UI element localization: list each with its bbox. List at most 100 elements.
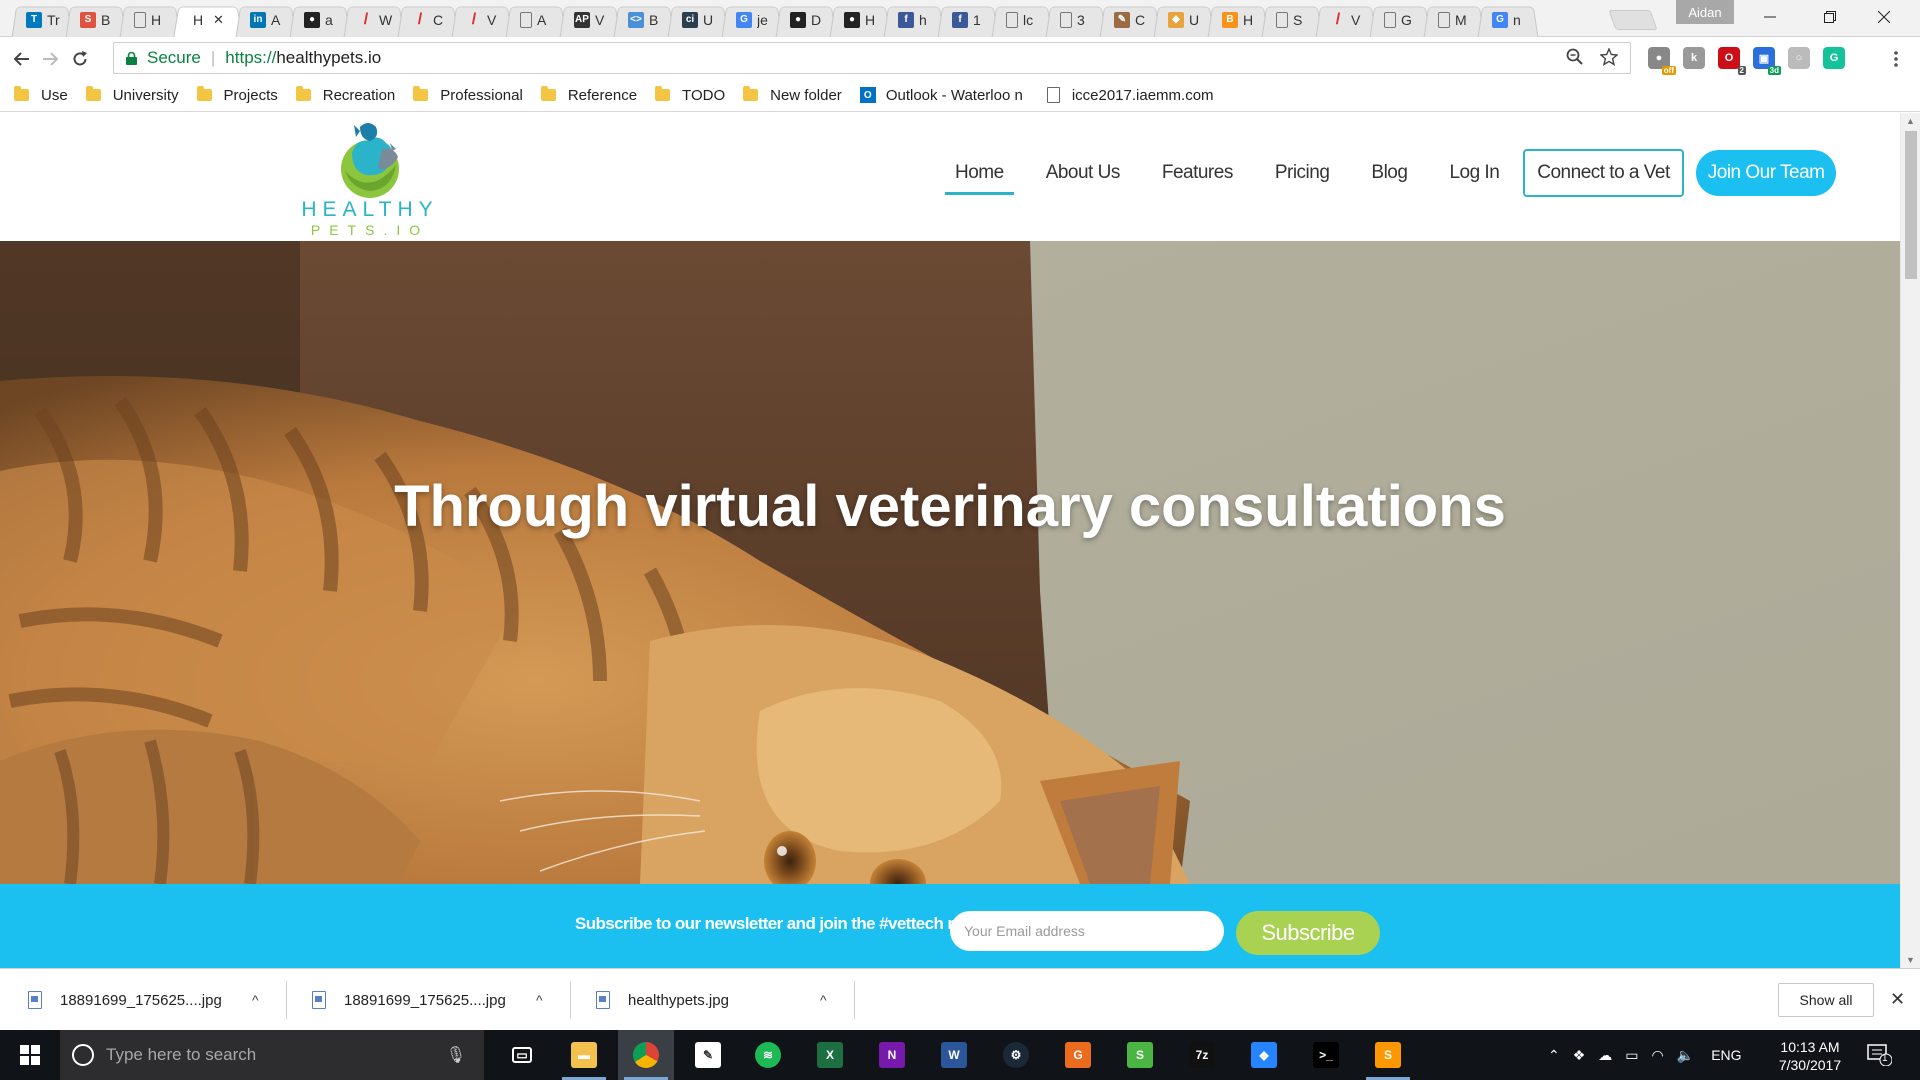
bookmark-outlook[interactable]: O Outlook - Waterloo n	[859, 87, 1023, 104]
download-item[interactable]: 18891699_175625....jpg ^	[312, 969, 552, 1031]
nav-features[interactable]: Features	[1152, 152, 1243, 194]
dropbox-icon[interactable]: ❖	[1573, 1047, 1586, 1064]
forward-button[interactable]	[36, 45, 64, 73]
bookmark-folder[interactable]: Reference	[540, 86, 637, 104]
download-item[interactable]: healthypets.jpg ^	[596, 969, 836, 1031]
onedrive-icon[interactable]: ☁	[1598, 1047, 1612, 1064]
browser-tab[interactable]: / W	[346, 2, 402, 37]
browser-tab[interactable]: in A	[238, 2, 294, 37]
browser-tab[interactable]: S	[1264, 2, 1320, 37]
taskbar-app[interactable]	[618, 1030, 674, 1080]
taskbar-app[interactable]: 7z	[1174, 1030, 1230, 1080]
browser-tab[interactable]: T Tr	[14, 2, 70, 37]
microphone-icon[interactable]: 🎙	[446, 1045, 466, 1065]
browser-tab[interactable]: Gje	[724, 2, 780, 37]
show-all-downloads-button[interactable]: Show all	[1778, 983, 1874, 1017]
taskbar-app[interactable]: W	[926, 1030, 982, 1080]
browser-tab[interactable]: G	[1372, 2, 1428, 37]
taskbar-app[interactable]: ≋	[740, 1030, 796, 1080]
zoom-icon[interactable]	[1566, 48, 1584, 66]
browser-tab[interactable]: BH	[1210, 2, 1266, 37]
browser-tab[interactable]: SB	[68, 2, 124, 37]
browser-tab[interactable]: fh	[886, 2, 942, 37]
browser-tab[interactable]: A	[508, 2, 564, 37]
join-our-team-button[interactable]: Join Our Team	[1695, 150, 1837, 196]
nav-log-in[interactable]: Log In	[1439, 152, 1509, 194]
browser-tab[interactable]: f1	[940, 2, 996, 37]
taskbar-app[interactable]: ✎	[680, 1030, 736, 1080]
chevron-up-icon[interactable]: ^	[820, 992, 827, 1008]
browser-tab[interactable]: H ✕	[176, 2, 240, 37]
subscribe-button[interactable]: Subscribe	[1236, 911, 1380, 955]
email-input[interactable]	[950, 911, 1224, 951]
screen-icon[interactable]: ▣ 3d	[1753, 47, 1781, 75]
taskbar-app[interactable]: N	[864, 1030, 920, 1080]
language-indicator[interactable]: ENG	[1711, 1047, 1741, 1063]
nav-blog[interactable]: Blog	[1361, 152, 1417, 194]
bookmark-folder[interactable]: TODO	[655, 86, 725, 104]
page-scrollbar[interactable]: ▲ ▼	[1900, 113, 1920, 968]
browser-tab[interactable]: Gn	[1480, 2, 1536, 37]
browser-tab[interactable]: 3	[1048, 2, 1104, 37]
close-downloads-icon[interactable]: ✕	[1890, 989, 1905, 1010]
restore-button[interactable]	[1806, 0, 1854, 34]
taskbar-app[interactable]: S	[1112, 1030, 1168, 1080]
action-center-button[interactable]: 1	[1866, 1042, 1893, 1067]
chrome-menu-button[interactable]	[1882, 45, 1910, 73]
adblock-icon[interactable]: ● off	[1648, 47, 1676, 75]
bookmark-folder[interactable]: Projects	[196, 86, 278, 104]
nav-about-us[interactable]: About Us	[1036, 152, 1130, 194]
grammarly-icon[interactable]: G	[1823, 47, 1845, 69]
taskbar-app[interactable]: S	[1360, 1030, 1416, 1080]
site-logo[interactable]: HEALTHY PETS.IO	[300, 119, 440, 238]
browser-tab[interactable]: / V	[1318, 2, 1374, 37]
taskbar-app[interactable]: ⚙	[988, 1030, 1044, 1080]
circle-extension-icon[interactable]: ○	[1788, 47, 1810, 69]
bookmark-folder[interactable]: Use	[14, 86, 68, 104]
chevron-up-icon[interactable]: ^	[252, 992, 259, 1008]
taskbar-app[interactable]: ◆	[1236, 1030, 1292, 1080]
browser-tab[interactable]: <> B	[616, 2, 672, 37]
browser-tab[interactable]: H	[122, 2, 178, 37]
bookmark-folder[interactable]: University	[85, 86, 179, 104]
scroll-up-icon[interactable]: ▲	[1906, 116, 1915, 126]
opera-icon[interactable]: O2	[1718, 47, 1746, 75]
download-item[interactable]: 18891699_175625....jpg ^	[28, 969, 268, 1031]
profile-button[interactable]: Aidan	[1676, 0, 1734, 24]
new-tab-button[interactable]	[1608, 10, 1658, 30]
taskbar-app[interactable]: G	[1050, 1030, 1106, 1080]
taskbar-search[interactable]: Type here to search 🎙	[60, 1030, 484, 1080]
browser-tab[interactable]: M	[1426, 2, 1482, 37]
browser-tab[interactable]: ● H	[832, 2, 888, 37]
tab-close-icon[interactable]: ✕	[213, 12, 224, 28]
browser-tab[interactable]: ◆ U	[1156, 2, 1212, 37]
start-button[interactable]	[0, 1030, 60, 1080]
connect-to-vet-button[interactable]: Connect to a Vet	[1523, 149, 1684, 197]
minimize-button[interactable]	[1746, 0, 1794, 34]
bookmark-star-icon[interactable]	[1600, 48, 1618, 66]
back-button[interactable]	[8, 45, 36, 73]
bookmark-folder[interactable]: Recreation	[295, 86, 395, 104]
browser-tab[interactable]: ● a	[292, 2, 348, 37]
taskbar-app[interactable]: ▬	[556, 1030, 612, 1080]
taskbar-app[interactable]: ▭	[494, 1030, 550, 1080]
bookmark-folder[interactable]: Professional	[413, 86, 523, 104]
system-clock[interactable]: 10:13 AM 7/30/2017	[1770, 1038, 1850, 1074]
browser-tab[interactable]: lc	[994, 2, 1050, 37]
chevron-up-icon[interactable]: ^	[536, 992, 543, 1008]
window-close-button[interactable]	[1860, 0, 1908, 34]
browser-tab[interactable]: ci U	[670, 2, 726, 37]
browser-tab[interactable]: ● D	[778, 2, 834, 37]
extension-k-icon[interactable]: k	[1683, 47, 1705, 69]
nav-home[interactable]: Home	[945, 152, 1014, 195]
volume-icon[interactable]: 🔈	[1677, 1047, 1694, 1064]
browser-tab[interactable]: / V	[454, 2, 510, 37]
scroll-down-icon[interactable]: ▼	[1906, 955, 1915, 965]
taskbar-app[interactable]: X	[802, 1030, 858, 1080]
chevron-up-tray-icon[interactable]: ⌃	[1548, 1047, 1560, 1064]
browser-tab[interactable]: / C	[400, 2, 456, 37]
scrollbar-thumb[interactable]	[1905, 131, 1917, 279]
nav-pricing[interactable]: Pricing	[1265, 152, 1340, 194]
wifi-icon[interactable]: ◠	[1652, 1047, 1664, 1064]
address-bar[interactable]: Secure | https:// healthypets.io	[113, 42, 1631, 74]
